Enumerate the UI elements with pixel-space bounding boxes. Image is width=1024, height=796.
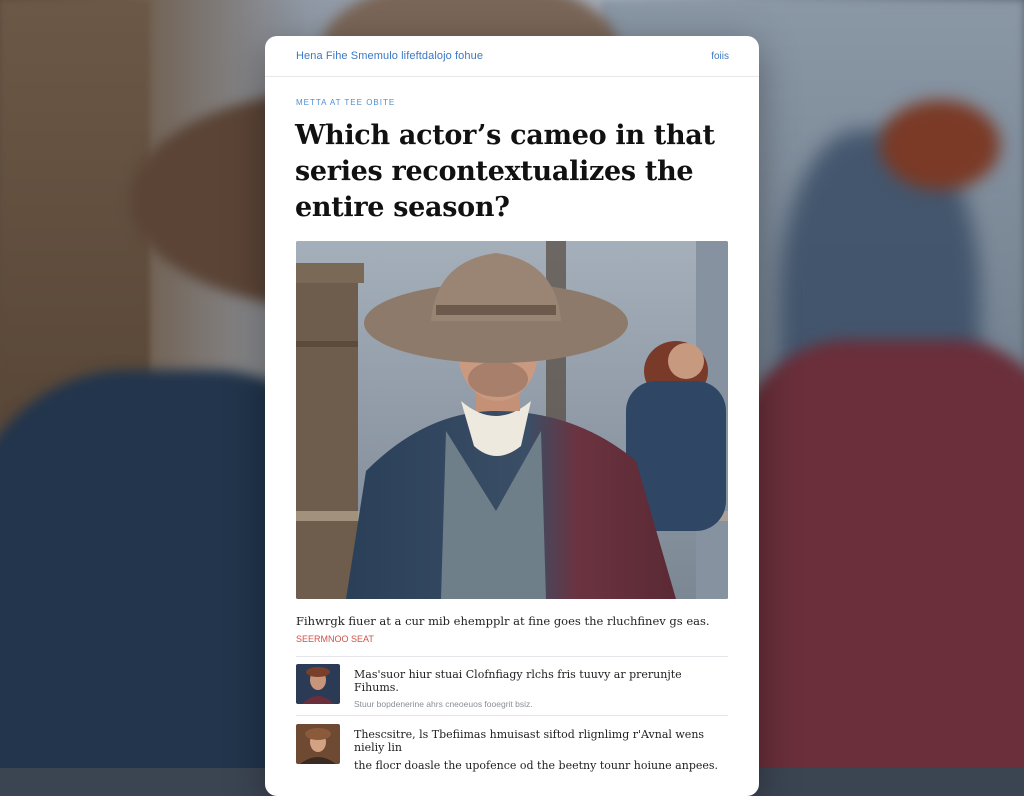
- related-article-text: Thescsitre, ls Tbefiimas hmuisast siftod…: [354, 724, 728, 772]
- bg-second-figure-hair: [880, 100, 1000, 190]
- nav-link[interactable]: foiis: [711, 51, 729, 62]
- article-card: Hena Fihe Smemulo lifeftdalojo fohue foi…: [265, 36, 759, 796]
- portrait-thumbnail-icon: [296, 724, 340, 764]
- top-bar: Hena Fihe Smemulo lifeftdalojo fohue foi…: [265, 36, 759, 77]
- article-kicker[interactable]: METTA AT TEE OBITE: [296, 98, 395, 107]
- portrait-thumbnail-icon: [296, 664, 340, 704]
- bg-coat-right: [720, 340, 1024, 768]
- image-caption: Fihwrgk fiuer at a cur mib ehempplr at f…: [296, 614, 710, 628]
- article-headline: Which actor’s cameo in that series recon…: [295, 120, 715, 223]
- author-byline[interactable]: SEERMNOO SEAT: [296, 634, 374, 644]
- related-article-title[interactable]: Mas'suor hiur stuai Clofnfiagy rlchs fri…: [354, 668, 728, 694]
- related-article-meta: Stuur bopdenerine ahrs cneoeuos fooegrit…: [354, 699, 533, 709]
- related-article-title-continued: the flocr doasle the upofence od the bee…: [354, 759, 719, 772]
- hero-illustration: [296, 241, 728, 599]
- related-article-text: Mas'suor hiur stuai Clofnfiagy rlchs fri…: [354, 664, 728, 709]
- site-title-link[interactable]: Hena Fihe Smemulo lifeftdalojo fohue: [296, 50, 483, 62]
- related-article-title[interactable]: Thescsitre, ls Tbefiimas hmuisast siftod…: [354, 728, 728, 754]
- divider: [296, 656, 728, 657]
- hero-image: [296, 241, 728, 599]
- related-article-1[interactable]: Mas'suor hiur stuai Clofnfiagy rlchs fri…: [296, 664, 728, 709]
- related-article-2[interactable]: Thescsitre, ls Tbefiimas hmuisast siftod…: [296, 724, 728, 772]
- divider: [296, 715, 728, 716]
